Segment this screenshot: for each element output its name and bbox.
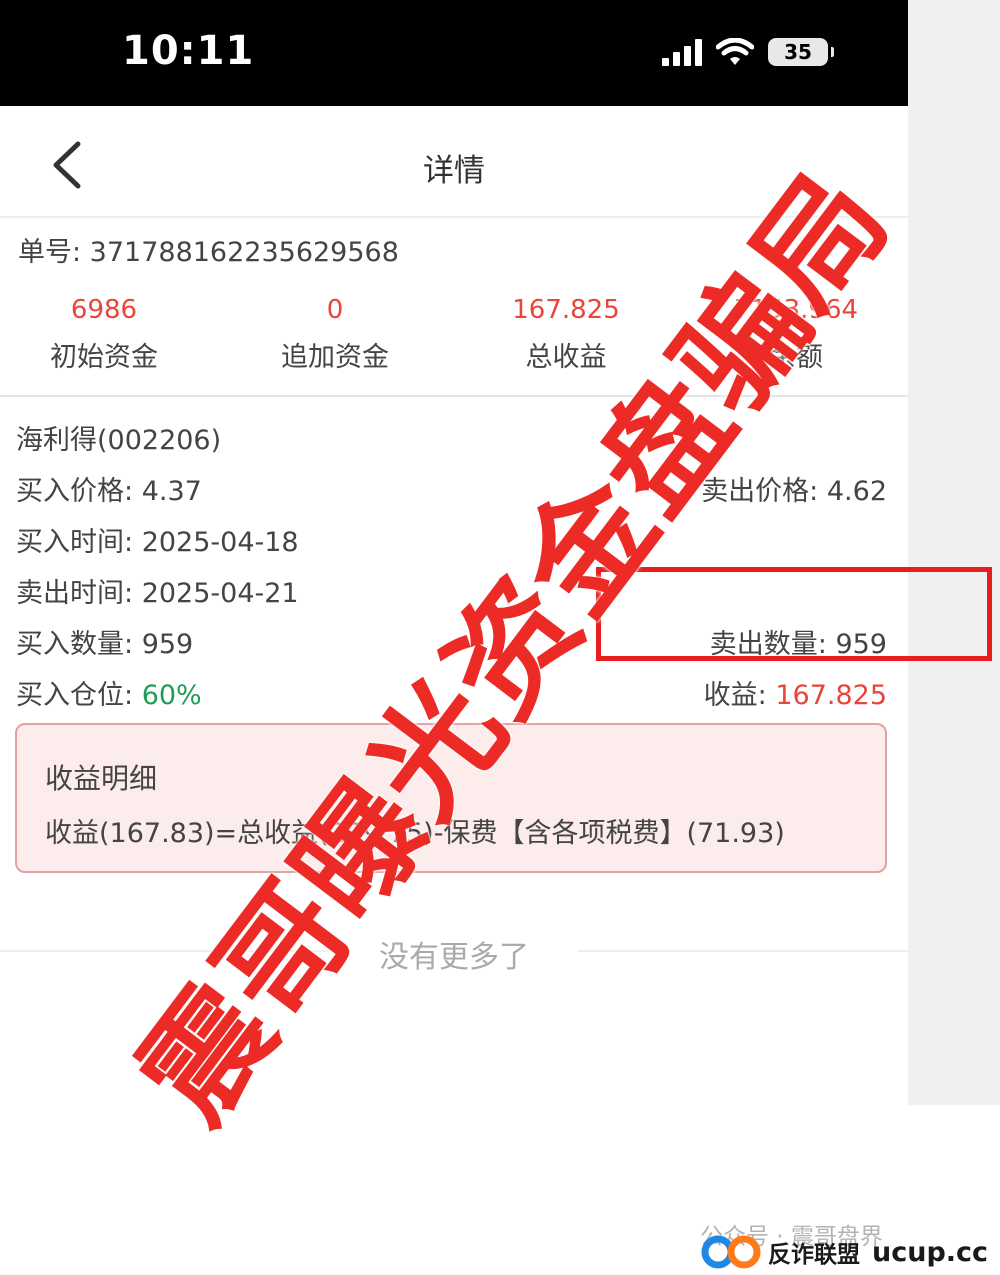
list-end-text: 没有更多了 [379, 940, 529, 975]
stat-value: 7153.964 [733, 295, 859, 325]
buy-quantity-value: 959 [141, 629, 194, 660]
infinity-logo-icon [701, 1235, 761, 1269]
summary-stats: 6986 初始资金 0 追加资金 167.825 总收益 7153.964 余额 [0, 295, 908, 390]
footer-org: 反诈联盟 [768, 1242, 860, 1268]
wifi-icon [716, 38, 754, 65]
status-time: 10:11 [122, 28, 255, 74]
profit-value: 167.825 [775, 680, 887, 711]
stock-name: 海利得(002206) [16, 425, 222, 456]
battery-icon: 35 [768, 38, 834, 66]
stat-label: 总收益 [525, 342, 607, 373]
stat-value: 0 [326, 295, 344, 325]
buy-quantity: 买入数量: 959 [16, 622, 193, 661]
sell-price: 卖出价格: 4.62 [701, 469, 887, 508]
buy-time-label: 买入时间: [16, 527, 142, 558]
order-number: 单号: 371788162235629568 [18, 237, 399, 268]
profit: 收益: 167.825 [704, 673, 887, 712]
footer-logo: 反诈联盟 ucup.cc [700, 1234, 988, 1270]
footer-domain: ucup.cc [872, 1236, 989, 1268]
stat-total-profit: 167.825 总收益 [466, 295, 666, 374]
buy-time: 买入时间: 2025-04-18 [16, 520, 299, 559]
buy-time-value: 2025-04-18 [141, 527, 299, 558]
stat-label: 余额 [769, 342, 823, 373]
sell-time-label: 卖出时间: [16, 578, 142, 609]
stat-added-funds: 0 追加资金 [235, 295, 435, 374]
buy-position-label: 买入仓位: [16, 680, 142, 711]
stat-initial-funds: 6986 初始资金 [4, 295, 204, 374]
side-strip [908, 0, 1000, 1105]
profit-detail-card: 收益明细 收益(167.83)=总收益(239.75)-保费【含各项税费】(71… [15, 723, 887, 873]
highlight-box [596, 567, 992, 661]
status-bar: 10:11 35 [0, 0, 908, 106]
sell-time-value: 2025-04-21 [141, 578, 299, 609]
buy-price-label: 买入价格: [16, 476, 142, 507]
status-icons: 35 [662, 38, 834, 66]
buy-position-value: 60% [141, 680, 202, 711]
buy-price-value: 4.37 [141, 476, 202, 507]
cellular-signal-icon [662, 38, 702, 66]
buy-position: 买入仓位: 60% [16, 673, 202, 712]
stat-balance: 7153.964 余额 [696, 295, 896, 374]
divider [0, 395, 908, 397]
sell-price-value: 4.62 [826, 476, 887, 507]
buy-price: 买入价格: 4.37 [16, 469, 202, 508]
stat-label: 追加资金 [281, 342, 389, 373]
profit-label: 收益: [703, 680, 776, 711]
sell-price-label: 卖出价格: [701, 476, 827, 507]
page-title: 详情 [423, 153, 485, 189]
profit-detail-formula: 收益(167.83)=总收益(239.75)-保费【含各项税费】(71.93) [45, 818, 785, 849]
stat-value: 167.825 [512, 295, 620, 325]
profit-detail-title: 收益明细 [45, 762, 158, 795]
stat-label: 初始资金 [50, 342, 158, 373]
stat-value: 6986 [70, 295, 138, 325]
sell-time: 卖出时间: 2025-04-21 [16, 571, 299, 610]
buy-quantity-label: 买入数量: [16, 629, 142, 660]
